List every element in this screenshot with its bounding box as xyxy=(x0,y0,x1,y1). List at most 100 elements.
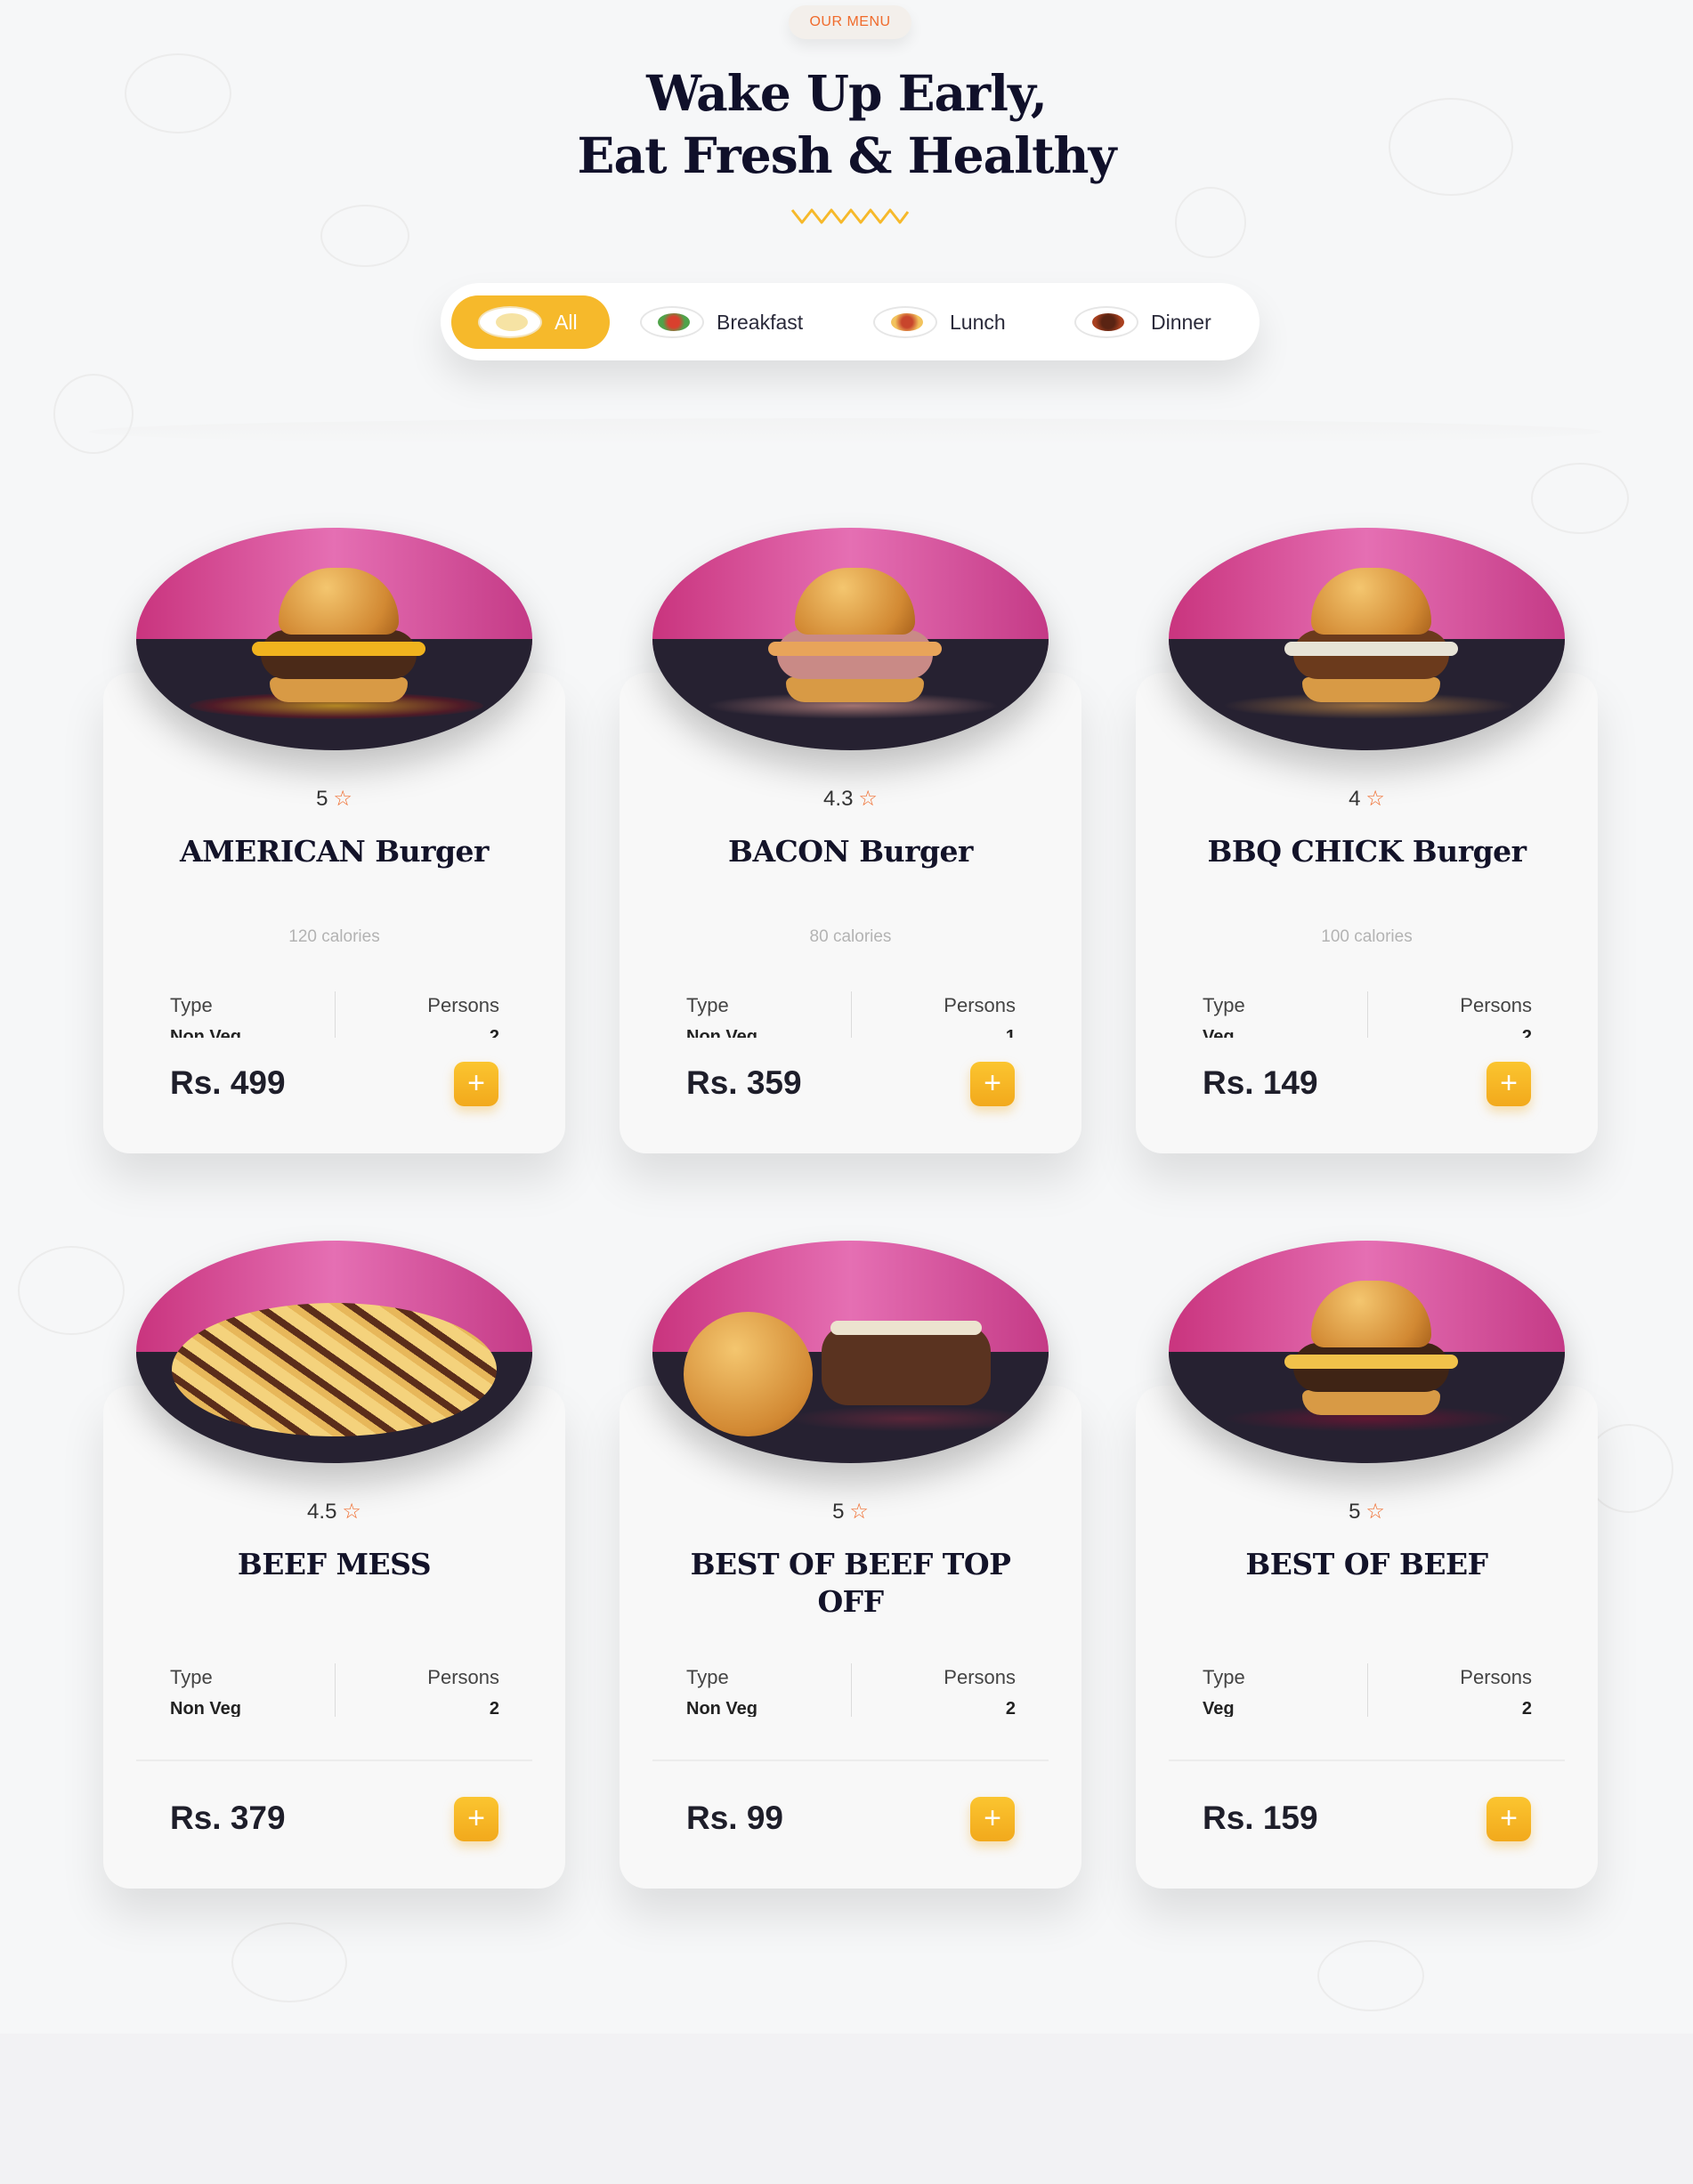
pasta-plate-icon xyxy=(873,306,937,338)
item-meta: Type Persons Veg 2 xyxy=(1203,1663,1532,1717)
item-price: Rs. 499 xyxy=(170,1064,286,1101)
type-label: Type xyxy=(1203,994,1245,1016)
doodle-egg-icon xyxy=(125,53,231,133)
type-label: Type xyxy=(686,994,729,1016)
persons-value: 2 xyxy=(1005,1699,1016,1717)
type-value: Non Veg xyxy=(170,1699,242,1717)
menu-card[interactable]: 5 ☆ BEST OF BEEF TOP OFF Type Persons Non… xyxy=(620,1241,1081,1889)
type-value: Veg xyxy=(1203,1699,1235,1717)
persons-label: Persons xyxy=(944,994,1016,1016)
persons-value: 1 xyxy=(1005,1027,1016,1038)
section-eyebrow: OUR MENU xyxy=(789,5,911,39)
item-price: Rs. 359 xyxy=(686,1064,802,1101)
item-name: BEST OF BEEF TOP OFF xyxy=(690,1547,1011,1619)
add-to-cart-button[interactable]: + xyxy=(1486,1797,1531,1841)
type-label: Type xyxy=(686,1666,729,1688)
rating-value: 4.5 xyxy=(307,1500,337,1524)
persons-label: Persons xyxy=(427,994,499,1016)
tab-lunch[interactable]: Lunch xyxy=(873,295,1033,349)
bbq-chick-burger-image xyxy=(1169,528,1565,750)
menu-card[interactable]: 5 ☆ AMERICAN Burger 120 calories Type Per… xyxy=(103,528,565,1153)
type-label: Type xyxy=(170,1666,213,1688)
rating-value: 4 xyxy=(1349,787,1361,811)
rating-value: 5 xyxy=(832,1500,845,1524)
type-value: Non Veg xyxy=(686,1027,758,1038)
item-price: Rs. 379 xyxy=(170,1800,286,1836)
doodle-garlic-icon xyxy=(18,1246,125,1335)
best-of-beef-top-off-image xyxy=(652,1241,1049,1463)
footer-background xyxy=(0,2034,1693,2184)
menu-card[interactable]: 4.5 ☆ BEEF MESS Type Persons Non Veg 2 Rs… xyxy=(103,1241,565,1889)
cake-plate-icon xyxy=(1074,306,1138,338)
doodle-pepper-icon xyxy=(1389,98,1513,196)
item-name: BEST OF BEEF xyxy=(1245,1547,1488,1581)
star-icon: ☆ xyxy=(1365,1500,1385,1524)
card-divider xyxy=(1169,1759,1565,1761)
item-price: Rs. 149 xyxy=(1203,1064,1318,1101)
rating-value: 4.3 xyxy=(823,787,854,811)
item-calories: 120 calories xyxy=(288,927,380,946)
star-icon: ☆ xyxy=(849,1500,869,1524)
item-calories: 100 calories xyxy=(1321,927,1413,946)
card-divider xyxy=(136,1759,532,1761)
best-of-beef-image xyxy=(1169,1241,1565,1463)
doodle-carrot-icon xyxy=(231,1922,347,2002)
type-label: Type xyxy=(170,994,213,1016)
tab-all[interactable]: All xyxy=(451,295,610,349)
beef-mess-image xyxy=(136,1241,532,1463)
persons-label: Persons xyxy=(1460,994,1532,1016)
type-value: Non Veg xyxy=(170,1027,242,1038)
doodle-leaf-icon xyxy=(1531,463,1629,534)
item-meta: Type Persons Veg 2 xyxy=(1203,991,1532,1038)
menu-card[interactable]: 5 ☆ BEST OF BEEF Type Persons Veg 2 Rs. 1… xyxy=(1136,1241,1598,1889)
section-headline: Wake Up Early, Eat Fresh & Healthy xyxy=(490,62,1203,187)
add-to-cart-button[interactable]: + xyxy=(1486,1062,1531,1106)
add-to-cart-button[interactable]: + xyxy=(454,1797,498,1841)
type-value: Non Veg xyxy=(686,1699,758,1717)
item-name: AMERICAN Burger xyxy=(180,834,489,869)
tab-breakfast[interactable]: Breakfast xyxy=(640,295,836,349)
doodle-tomato-icon xyxy=(53,374,134,454)
star-icon: ☆ xyxy=(333,787,352,811)
item-name: BBQ CHICK Burger xyxy=(1207,834,1527,869)
rating: 5 ☆ xyxy=(1136,1499,1598,1525)
item-meta: Type Persons Non Veg 2 xyxy=(686,1663,1016,1717)
rice-plate-icon xyxy=(478,306,542,338)
item-name: BACON Burger xyxy=(728,834,973,869)
add-to-cart-button[interactable]: + xyxy=(970,1062,1015,1106)
persons-value: 2 xyxy=(1521,1699,1532,1717)
salad-plate-icon xyxy=(640,306,704,338)
menu-card[interactable]: 4.3 ☆ BACON Burger 80 calories Type Perso… xyxy=(620,528,1081,1153)
doodle-egg-icon xyxy=(1317,1940,1424,2011)
item-meta: Type Persons Non Veg 2 xyxy=(170,1663,499,1717)
menu-card[interactable]: 4 ☆ BBQ CHICK Burger 100 calories Type Pe… xyxy=(1136,528,1598,1153)
item-meta: Type Persons Non Veg 2 xyxy=(170,991,499,1038)
tab-label: All xyxy=(555,310,578,334)
add-to-cart-button[interactable]: + xyxy=(454,1062,498,1106)
headline-line-2: Eat Fresh & Healthy xyxy=(577,126,1117,184)
doodle-onion-icon xyxy=(1175,187,1246,258)
type-label: Type xyxy=(1203,1666,1245,1688)
item-price: Rs. 159 xyxy=(1203,1800,1318,1836)
menu-category-tabs: All Breakfast Lunch Dinner xyxy=(441,283,1260,360)
item-name: BEEF MESS xyxy=(237,1547,432,1581)
section-shadow-band xyxy=(89,418,1602,445)
card-divider xyxy=(652,1759,1049,1761)
rating: 5 ☆ xyxy=(103,786,565,812)
item-meta: Type Persons Non Veg 1 xyxy=(686,991,1016,1038)
rating: 4.5 ☆ xyxy=(103,1499,565,1525)
tab-label: Dinner xyxy=(1151,310,1211,334)
headline-line-1: Wake Up Early, xyxy=(646,64,1048,122)
persons-value: 2 xyxy=(489,1699,499,1717)
persons-label: Persons xyxy=(944,1666,1016,1688)
rating-value: 5 xyxy=(316,787,328,811)
tab-dinner[interactable]: Dinner xyxy=(1074,295,1235,349)
rating: 4 ☆ xyxy=(1136,786,1598,812)
star-icon: ☆ xyxy=(1365,787,1385,811)
add-to-cart-button[interactable]: + xyxy=(970,1797,1015,1841)
doodle-bean-icon xyxy=(320,205,409,267)
persons-label: Persons xyxy=(1460,1666,1532,1688)
american-burger-image xyxy=(136,528,532,750)
rating-value: 5 xyxy=(1349,1500,1361,1524)
zigzag-divider-icon xyxy=(790,208,910,224)
